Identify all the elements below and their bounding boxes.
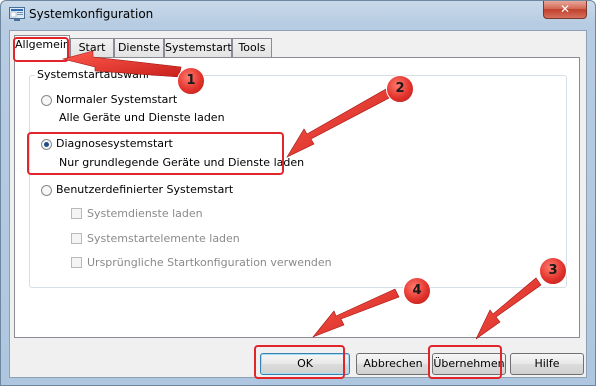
tab-start-label: Start — [78, 41, 106, 54]
load-startup-items-checkbox[interactable] — [71, 233, 82, 244]
annotation-badge-2: 2 — [386, 75, 414, 103]
tab-tools-label: Tools — [238, 41, 266, 54]
highlight-apply-button — [428, 345, 502, 379]
load-startup-items-label: Systemstartelemente laden — [87, 232, 240, 245]
tab-startup-label: Systemstart — [165, 41, 232, 54]
highlight-general-tab — [13, 37, 69, 62]
selective-startup-label[interactable]: Benutzerdefinierter Systemstart — [56, 183, 233, 196]
help-button[interactable]: Hilfe — [510, 353, 584, 375]
highlight-diagnostic-option — [27, 132, 284, 175]
annotation-badge-4: 4 — [403, 277, 431, 305]
system-configuration-window: Systemkonfiguration ✕ Allgemein Start Di… — [0, 0, 596, 386]
tab-services[interactable]: Dienste — [114, 38, 164, 57]
cancel-button-label: Abbrechen — [363, 357, 423, 370]
normal-startup-description: Alle Geräte und Dienste laden — [59, 111, 225, 124]
tab-services-label: Dienste — [117, 41, 161, 54]
tab-tools[interactable]: Tools — [232, 38, 272, 57]
close-icon: ✕ — [559, 2, 571, 16]
use-original-boot-config-label: Ursprüngliche Startkonfiguration verwend… — [87, 256, 332, 269]
help-button-label: Hilfe — [534, 357, 560, 370]
close-button[interactable]: ✕ — [543, 1, 587, 19]
load-system-services-checkbox[interactable] — [71, 208, 82, 219]
window-title: Systemkonfiguration — [29, 7, 154, 21]
title-bar[interactable]: Systemkonfiguration ✕ — [1, 1, 595, 29]
selective-startup-radio[interactable] — [41, 185, 52, 196]
highlight-ok-button — [254, 345, 345, 379]
msconfig-icon — [9, 7, 25, 21]
tab-start[interactable]: Start — [70, 38, 114, 57]
normal-startup-label[interactable]: Normaler Systemstart — [56, 93, 177, 106]
cancel-button[interactable]: Abbrechen — [356, 353, 430, 375]
tab-startup[interactable]: Systemstart — [164, 38, 232, 57]
load-system-services-label: Systemdienste laden — [87, 207, 203, 220]
startup-selection-label: Systemstartauswahl — [35, 68, 151, 81]
use-original-boot-config-checkbox[interactable] — [71, 257, 82, 268]
annotation-badge-1: 1 — [177, 67, 205, 95]
normal-startup-radio[interactable] — [41, 95, 52, 106]
annotation-badge-3: 3 — [539, 257, 567, 285]
